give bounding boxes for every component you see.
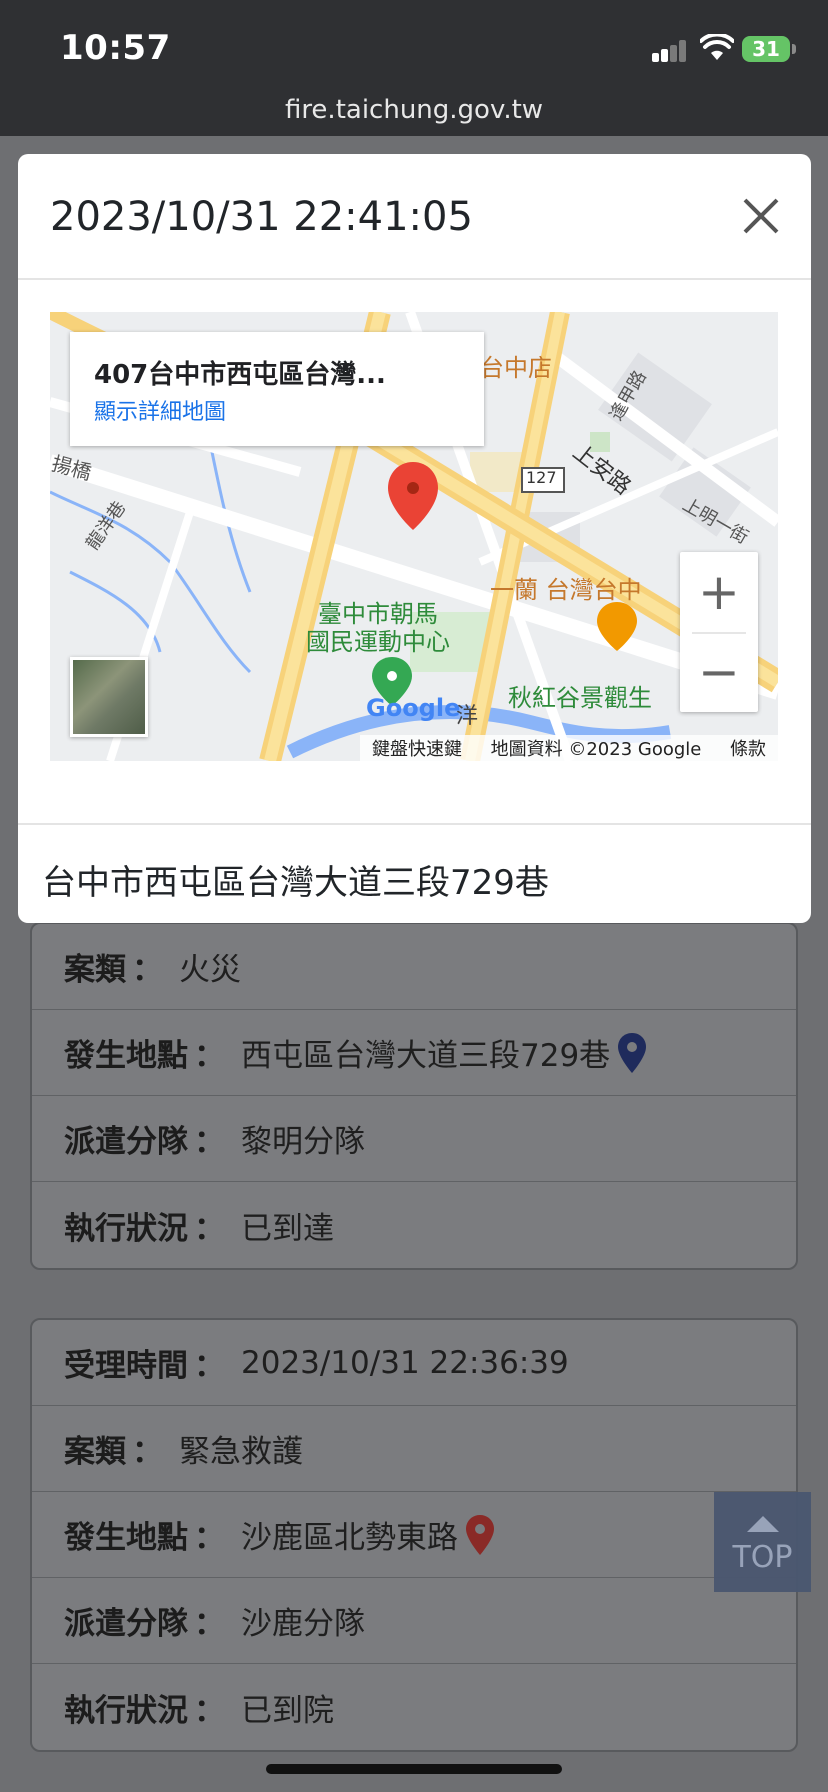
row-colon: ： [194,1210,225,1247]
row-location: 發生地點： 西屯區台灣大道三段729巷 [32,1010,796,1096]
map-pin-icon[interactable] [466,1514,494,1555]
row-label: 派遣分隊 [64,1124,188,1160]
status-bar: 10:57 31 [0,0,828,100]
row-label: 案類 [64,1434,126,1470]
keyboard-shortcuts-link[interactable]: 鍵盤快速鍵 [372,735,462,761]
row-label: 案類 [64,952,126,988]
status-time: 10:57 [60,28,171,68]
row-colon: ： [194,1520,225,1556]
modal-body: 台中店 上安路 逢甲路 上明一街 127 一蘭 台灣台中 臺中市朝馬 國民運動中… [18,280,811,825]
modal-title: 2023/10/31 22:41:05 [50,194,473,240]
row-value: 緊急救護 [179,1434,303,1470]
row-dispatch: 派遣分隊： 黎明分隊 [32,1096,796,1182]
row-value: 沙鹿區北勢東路 [241,1520,458,1556]
row-received-time: 受理時間： 2023/10/31 22:36:39 [32,1320,796,1406]
top-label: TOP [732,1540,793,1575]
row-label: 派遣分隊 [64,1606,188,1642]
battery-icon: 31 [742,36,796,62]
map-label: 一蘭 台灣台中 [490,576,642,604]
row-label: 發生地點 [64,1038,188,1074]
url-bar[interactable]: fire.taichung.gov.tw [0,97,828,136]
map-label: 秋紅谷景觀生 [508,684,652,712]
row-category: 案類： 緊急救護 [32,1406,796,1492]
row-colon: ： [132,1434,163,1470]
map-label: 台中店 [480,354,552,382]
wifi-icon [700,34,734,60]
map-label: 國民運動中心 [306,628,450,656]
close-icon[interactable] [737,192,785,240]
row-value: 沙鹿分隊 [241,1606,365,1642]
map-info-title: 407台中市西屯區台灣... [94,360,386,390]
row-value: 西屯區台灣大道三段729巷 [241,1038,611,1074]
battery-level: 31 [752,37,780,61]
url-text: fire.taichung.gov.tw [284,95,544,125]
modal-address: 台中市西屯區台灣大道三段729巷 [42,863,549,903]
route-label: 127 [526,468,557,487]
row-colon: ： [194,1692,225,1729]
row-value: 已到院 [241,1692,334,1729]
google-logo: Google [366,694,461,722]
arrow-up-icon [746,1516,779,1532]
zoom-control: + − [680,552,758,712]
zoom-in-button[interactable]: + [680,552,758,632]
map-modal: 2023/10/31 22:41:05 台中店 上安路 逢甲路 上明一街 127… [18,154,811,923]
map-info-card: 407台中市西屯區台灣... 顯示詳細地圖 [70,332,484,446]
incident-card: 案類：火災 發生地點：西屯區台灣大道三段729巷 派遣分隊：黎明分隊 執行狀況：… [30,922,798,1270]
row-colon: ： [194,1124,225,1160]
zoom-out-button[interactable]: − [680,632,758,712]
map-label: 洋 [456,704,479,729]
row-colon: ： [132,952,163,988]
row-location: 發生地點： 沙鹿區北勢東路 [32,1492,796,1578]
map-pin-icon[interactable] [618,1032,647,1073]
row-label: 執行狀況 [64,1210,188,1247]
home-indicator [266,1764,562,1774]
map-footer: 鍵盤快速鍵 地圖資料 ©2023 Google 條款 [360,735,778,761]
row-value: 火災 [179,952,241,988]
incident-card: 受理時間： 2023/10/31 22:36:39 案類：緊急救護 發生地點：沙鹿… [30,1318,798,1752]
row-colon: ： [194,1348,225,1384]
row-category: 案類： 火災 [32,924,796,1010]
row-dispatch: 派遣分隊： 沙鹿分隊 [32,1578,796,1664]
map-view[interactable]: 台中店 上安路 逢甲路 上明一街 127 一蘭 台灣台中 臺中市朝馬 國民運動中… [50,312,778,761]
satellite-toggle-button[interactable] [70,657,148,737]
map-data-attribution: 地圖資料 ©2023 Google [490,739,702,760]
row-colon: ： [194,1606,225,1642]
row-label: 受理時間 [64,1348,188,1384]
terms-link[interactable]: 條款 [730,735,766,761]
row-value: 2023/10/31 22:36:39 [241,1344,569,1381]
row-label: 執行狀況 [64,1692,188,1729]
row-label: 發生地點 [64,1520,188,1556]
row-colon: ： [194,1038,225,1074]
row-value: 已到達 [241,1210,334,1247]
zoom-divider [692,632,746,634]
back-to-top-button[interactable]: TOP [714,1492,811,1592]
row-status: 執行狀況： 已到院 [32,1664,796,1750]
modal-header: 2023/10/31 22:41:05 [18,154,811,280]
view-larger-map-link[interactable]: 顯示詳細地圖 [94,394,226,426]
row-value: 黎明分隊 [241,1124,365,1160]
row-status: 執行狀況： 已到達 [32,1182,796,1268]
cellular-signal-icon [652,40,688,62]
